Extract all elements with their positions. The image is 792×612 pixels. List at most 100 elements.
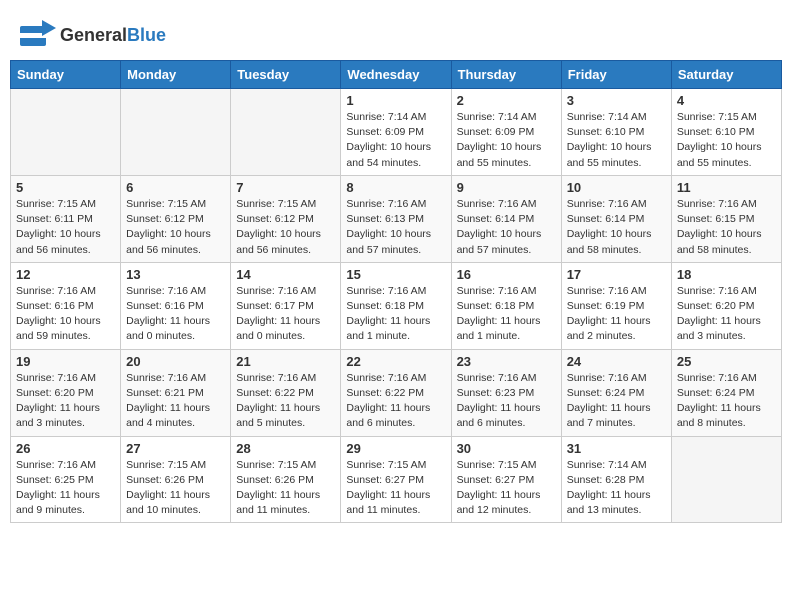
- weekday-wednesday: Wednesday: [341, 61, 451, 89]
- day-number: 16: [457, 267, 556, 282]
- calendar-cell: 4 Sunrise: 7:15 AM Sunset: 6:10 PM Daylig…: [671, 89, 781, 176]
- day-number: 7: [236, 180, 335, 195]
- calendar-cell: 20Sunrise: 7:16 AM Sunset: 6:21 PM Dayli…: [121, 349, 231, 436]
- day-info: Sunrise: 7:16 AM Sunset: 6:18 PM Dayligh…: [346, 284, 445, 345]
- day-info: Sunrise: 7:16 AM Sunset: 6:24 PM Dayligh…: [567, 371, 666, 432]
- day-info: Sunrise: 7:16 AM Sunset: 6:20 PM Dayligh…: [16, 371, 115, 432]
- day-number: 26: [16, 441, 115, 456]
- day-info: Sunrise: 7:16 AM Sunset: 6:23 PM Dayligh…: [457, 371, 556, 432]
- calendar-cell: 18 Sunrise: 7:16 AM Sunset: 6:20 PM Dayli…: [671, 262, 781, 349]
- calendar-week-row: 5 Sunrise: 7:15 AM Sunset: 6:11 PM Daylig…: [11, 175, 782, 262]
- calendar-cell: 6 Sunrise: 7:15 AM Sunset: 6:12 PM Daylig…: [121, 175, 231, 262]
- calendar-cell: 31 Sunrise: 7:14 AM Sunset: 6:28 PM Dayli…: [561, 436, 671, 523]
- day-number: 1: [346, 93, 445, 108]
- calendar-cell: 27 Sunrise: 7:15 AM Sunset: 6:26 PM Dayli…: [121, 436, 231, 523]
- day-info: Sunrise: 7:14 AM Sunset: 6:09 PM Dayligh…: [346, 110, 445, 171]
- calendar-cell: 2 Sunrise: 7:14 AM Sunset: 6:09 PM Daylig…: [451, 89, 561, 176]
- calendar-week-row: 19 Sunrise: 7:16 AM Sunset: 6:20 PM Dayli…: [11, 349, 782, 436]
- day-number: 17: [567, 267, 666, 282]
- day-info: Sunrise: 7:16 AM Sunset: 6:13 PM Dayligh…: [346, 197, 445, 258]
- day-info: Sunrise: 7:15 AM Sunset: 6:12 PM Dayligh…: [236, 197, 335, 258]
- day-info: Sunrise: 7:16 AM Sunset: 6:16 PM Dayligh…: [126, 284, 225, 345]
- day-number: 29: [346, 441, 445, 456]
- day-info: Sunrise: 7:15 AM Sunset: 6:26 PM Dayligh…: [236, 458, 335, 519]
- day-number: 24: [567, 354, 666, 369]
- day-info: Sunrise: 7:15 AM Sunset: 6:11 PM Dayligh…: [16, 197, 115, 258]
- calendar-cell: 25 Sunrise: 7:16 AM Sunset: 6:24 PM Dayli…: [671, 349, 781, 436]
- calendar-cell: 7 Sunrise: 7:15 AM Sunset: 6:12 PM Daylig…: [231, 175, 341, 262]
- calendar-cell: 30 Sunrise: 7:15 AM Sunset: 6:27 PM Dayli…: [451, 436, 561, 523]
- day-number: 28: [236, 441, 335, 456]
- day-info: Sunrise: 7:16 AM Sunset: 6:17 PM Dayligh…: [236, 284, 335, 345]
- calendar-cell: 21Sunrise: 7:16 AM Sunset: 6:22 PM Dayli…: [231, 349, 341, 436]
- day-number: 4: [677, 93, 776, 108]
- day-number: 30: [457, 441, 556, 456]
- calendar-week-row: 26 Sunrise: 7:16 AM Sunset: 6:25 PM Dayli…: [11, 436, 782, 523]
- day-info: Sunrise: 7:14 AM Sunset: 6:09 PM Dayligh…: [457, 110, 556, 171]
- calendar-cell: 13 Sunrise: 7:16 AM Sunset: 6:16 PM Dayli…: [121, 262, 231, 349]
- day-number: 27: [126, 441, 225, 456]
- day-info: Sunrise: 7:15 AM Sunset: 6:27 PM Dayligh…: [346, 458, 445, 519]
- weekday-header-row: SundayMondayTuesdayWednesdayThursdayFrid…: [11, 61, 782, 89]
- calendar-week-row: 1 Sunrise: 7:14 AM Sunset: 6:09 PM Daylig…: [11, 89, 782, 176]
- day-info: Sunrise: 7:16 AM Sunset: 6:22 PM Dayligh…: [346, 371, 445, 432]
- day-info: Sunrise: 7:16 AM Sunset: 6:19 PM Dayligh…: [567, 284, 666, 345]
- calendar-cell: 19 Sunrise: 7:16 AM Sunset: 6:20 PM Dayli…: [11, 349, 121, 436]
- day-number: 6: [126, 180, 225, 195]
- day-number: 22: [346, 354, 445, 369]
- calendar-body: 1 Sunrise: 7:14 AM Sunset: 6:09 PM Daylig…: [11, 89, 782, 523]
- calendar-cell: [231, 89, 341, 176]
- calendar-cell: 14Sunrise: 7:16 AM Sunset: 6:17 PM Dayli…: [231, 262, 341, 349]
- calendar-cell: 22 Sunrise: 7:16 AM Sunset: 6:22 PM Dayli…: [341, 349, 451, 436]
- weekday-tuesday: Tuesday: [231, 61, 341, 89]
- day-number: 13: [126, 267, 225, 282]
- weekday-saturday: Saturday: [671, 61, 781, 89]
- calendar-cell: 12 Sunrise: 7:16 AM Sunset: 6:16 PM Dayli…: [11, 262, 121, 349]
- header: GeneralBlue: [10, 10, 782, 55]
- day-number: 31: [567, 441, 666, 456]
- calendar-cell: 26 Sunrise: 7:16 AM Sunset: 6:25 PM Dayli…: [11, 436, 121, 523]
- day-number: 23: [457, 354, 556, 369]
- day-info: Sunrise: 7:16 AM Sunset: 6:14 PM Dayligh…: [567, 197, 666, 258]
- day-number: 15: [346, 267, 445, 282]
- day-info: Sunrise: 7:16 AM Sunset: 6:25 PM Dayligh…: [16, 458, 115, 519]
- day-number: 9: [457, 180, 556, 195]
- weekday-thursday: Thursday: [451, 61, 561, 89]
- weekday-sunday: Sunday: [11, 61, 121, 89]
- calendar-cell: 16 Sunrise: 7:16 AM Sunset: 6:18 PM Dayli…: [451, 262, 561, 349]
- day-number: 19: [16, 354, 115, 369]
- day-info: Sunrise: 7:14 AM Sunset: 6:28 PM Dayligh…: [567, 458, 666, 519]
- logo-general: General: [60, 25, 127, 46]
- calendar-cell: 5 Sunrise: 7:15 AM Sunset: 6:11 PM Daylig…: [11, 175, 121, 262]
- day-info: Sunrise: 7:16 AM Sunset: 6:20 PM Dayligh…: [677, 284, 776, 345]
- day-number: 25: [677, 354, 776, 369]
- day-info: Sunrise: 7:15 AM Sunset: 6:27 PM Dayligh…: [457, 458, 556, 519]
- calendar-week-row: 12 Sunrise: 7:16 AM Sunset: 6:16 PM Dayli…: [11, 262, 782, 349]
- day-number: 8: [346, 180, 445, 195]
- calendar-cell: 15 Sunrise: 7:16 AM Sunset: 6:18 PM Dayli…: [341, 262, 451, 349]
- logo-flag-icon: [20, 20, 56, 50]
- day-number: 12: [16, 267, 115, 282]
- calendar: SundayMondayTuesdayWednesdayThursdayFrid…: [10, 60, 782, 523]
- calendar-cell: 8 Sunrise: 7:16 AM Sunset: 6:13 PM Daylig…: [341, 175, 451, 262]
- day-number: 18: [677, 267, 776, 282]
- day-info: Sunrise: 7:16 AM Sunset: 6:18 PM Dayligh…: [457, 284, 556, 345]
- calendar-cell: [121, 89, 231, 176]
- calendar-cell: 28 Sunrise: 7:15 AM Sunset: 6:26 PM Dayli…: [231, 436, 341, 523]
- day-number: 3: [567, 93, 666, 108]
- logo: GeneralBlue: [20, 20, 166, 50]
- day-info: Sunrise: 7:15 AM Sunset: 6:26 PM Dayligh…: [126, 458, 225, 519]
- day-info: Sunrise: 7:15 AM Sunset: 6:10 PM Dayligh…: [677, 110, 776, 171]
- calendar-cell: [11, 89, 121, 176]
- calendar-cell: 24 Sunrise: 7:16 AM Sunset: 6:24 PM Dayli…: [561, 349, 671, 436]
- day-number: 11: [677, 180, 776, 195]
- calendar-cell: 9Sunrise: 7:16 AM Sunset: 6:14 PM Daylig…: [451, 175, 561, 262]
- logo-blue: Blue: [127, 25, 166, 46]
- day-number: 5: [16, 180, 115, 195]
- day-info: Sunrise: 7:16 AM Sunset: 6:16 PM Dayligh…: [16, 284, 115, 345]
- day-info: Sunrise: 7:16 AM Sunset: 6:24 PM Dayligh…: [677, 371, 776, 432]
- day-number: 2: [457, 93, 556, 108]
- calendar-cell: 29 Sunrise: 7:15 AM Sunset: 6:27 PM Dayli…: [341, 436, 451, 523]
- day-number: 21: [236, 354, 335, 369]
- day-info: Sunrise: 7:15 AM Sunset: 6:12 PM Dayligh…: [126, 197, 225, 258]
